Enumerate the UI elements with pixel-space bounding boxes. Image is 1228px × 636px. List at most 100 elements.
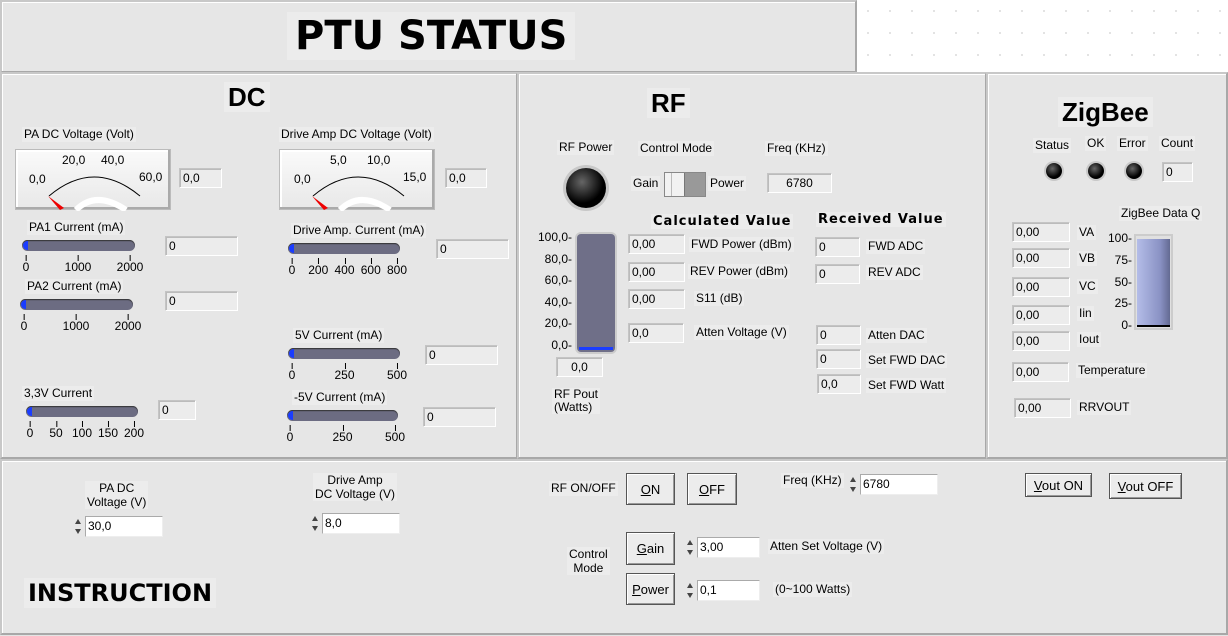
gauge-tick: 0,0 bbox=[29, 172, 46, 186]
watt-stepper[interactable] bbox=[686, 580, 695, 601]
vm5-current-indicator: 0 bbox=[423, 407, 496, 427]
tick-label: 500 bbox=[384, 425, 406, 444]
fwd-power-label: FWD Power (dBm) bbox=[689, 237, 794, 252]
vout-off-button[interactable]: Vout OFF bbox=[1109, 473, 1182, 499]
gain-label: Gain bbox=[631, 176, 661, 191]
rev-adc-indicator: 0 bbox=[815, 264, 860, 284]
tick-label: 500 bbox=[386, 363, 408, 382]
vm5-current-slider bbox=[287, 410, 398, 421]
rf-pout-scale: 100,0- 80,0- 60,0- 40,0- 20,0- 0,0- bbox=[530, 230, 572, 352]
s11-indicator: 0,00 bbox=[628, 289, 685, 309]
iin-indicator: 0,00 bbox=[1012, 305, 1070, 325]
pa-dc-voltage-label: PA DC Voltage (V) bbox=[85, 481, 149, 509]
tick-label: 200 bbox=[308, 258, 329, 277]
rf-power-label: RF Power bbox=[557, 140, 615, 155]
drive-current-indicator: 0 bbox=[436, 239, 509, 259]
vout-off-button-label: Vout OFF bbox=[1117, 478, 1174, 494]
rf-off-button-label: OFF bbox=[698, 481, 725, 497]
gauge-tick: 15,0 bbox=[403, 170, 427, 184]
count-indicator: 0 bbox=[1162, 162, 1193, 182]
freq-set-label: Freq (KHz) bbox=[781, 473, 844, 488]
watt-input[interactable]: 0,1 bbox=[697, 580, 760, 601]
vout-on-button[interactable]: Vout ON bbox=[1025, 473, 1092, 497]
va-label: VA bbox=[1077, 225, 1097, 240]
rev-adc-label: REV ADC bbox=[866, 265, 923, 280]
vm5-current-label: -5V Current (mA) bbox=[292, 390, 388, 405]
tick-label: 50- bbox=[1114, 274, 1132, 289]
drive-dc-voltage-label: Drive Amp DC Voltage (V) bbox=[313, 473, 398, 501]
atten-voltage-indicator: 0,0 bbox=[628, 323, 684, 343]
rf-power-led bbox=[566, 168, 606, 208]
atten-stepper[interactable] bbox=[686, 537, 695, 558]
iout-label: Iout bbox=[1077, 332, 1102, 347]
freq-label: Freq (KHz) bbox=[765, 141, 828, 156]
pa-dc-voltage-input[interactable]: 30,0 bbox=[85, 516, 163, 537]
atten-dac-indicator: 0 bbox=[816, 325, 861, 345]
pa-voltage-gauge: 0,0 20,0 40,0 60,0 bbox=[15, 149, 171, 211]
power-button[interactable]: Power bbox=[626, 573, 675, 605]
pa-voltage-label: PA DC Voltage (Volt) bbox=[22, 127, 136, 142]
atten-input[interactable]: 3,00 bbox=[697, 537, 760, 558]
va-indicator: 0,00 bbox=[1012, 222, 1070, 242]
tick-label: 0- bbox=[1121, 318, 1132, 332]
iin-label: Iin bbox=[1077, 306, 1094, 321]
tick-label: 0 bbox=[288, 363, 296, 382]
tick-label: 1000 bbox=[62, 314, 90, 333]
pa-dc-voltage-stepper[interactable] bbox=[74, 516, 83, 537]
control-mode-label: Control Mode bbox=[638, 141, 715, 156]
tick-label: 0 bbox=[286, 425, 294, 444]
page-title: PTU STATUS bbox=[287, 12, 576, 60]
received-value-title: Received Value bbox=[816, 212, 946, 227]
rf-title: RF bbox=[647, 88, 690, 118]
gauge-tick: 10,0 bbox=[367, 153, 391, 167]
drive-voltage-label: Drive Amp DC Voltage (Volt) bbox=[279, 127, 434, 142]
rf-onoff-label: RF ON/OFF bbox=[549, 481, 618, 496]
v33-current-slider bbox=[26, 406, 138, 417]
drive-dc-voltage-stepper[interactable] bbox=[311, 513, 320, 534]
zigbee-dataq-scale: 100- 75- 50- 25- 0- bbox=[1100, 231, 1132, 332]
pa2-scale: 0 1000 2000 bbox=[21, 314, 141, 333]
rrvout-label: RRVOUT bbox=[1077, 400, 1132, 415]
tick-label: 1000 bbox=[64, 255, 92, 274]
rf-off-button[interactable]: OFF bbox=[687, 473, 737, 505]
ok-led bbox=[1088, 163, 1104, 179]
tick-label: 0 bbox=[288, 258, 296, 277]
error-led bbox=[1126, 163, 1142, 179]
gauge-tick: 20,0 bbox=[62, 153, 86, 167]
rrvout-indicator: 0,00 bbox=[1014, 398, 1071, 418]
freq-input[interactable]: 6780 bbox=[860, 474, 938, 495]
rev-power-indicator: 0,00 bbox=[628, 262, 685, 282]
pa2-current-slider bbox=[20, 299, 133, 310]
freq-stepper[interactable] bbox=[849, 474, 858, 495]
pa-voltage-indicator: 0,0 bbox=[179, 168, 222, 188]
zigbee-dataq-fill bbox=[1137, 239, 1170, 327]
error-label: Error bbox=[1117, 136, 1148, 151]
tick-label: 2000 bbox=[114, 314, 142, 333]
pa1-scale: 0 1000 2000 bbox=[23, 255, 143, 274]
tick-label: 2000 bbox=[116, 255, 144, 274]
vb-indicator: 0,00 bbox=[1012, 248, 1070, 268]
tick-label: 40,0- bbox=[544, 294, 572, 309]
power-label: Power bbox=[708, 176, 747, 191]
control-mode-switch[interactable] bbox=[664, 172, 706, 197]
rf-on-button[interactable]: ON bbox=[626, 473, 675, 505]
power-button-label: Power bbox=[632, 581, 669, 597]
rf-pout-tank bbox=[577, 234, 615, 352]
vc-indicator: 0,00 bbox=[1012, 277, 1070, 297]
vout-on-button-label: Vout ON bbox=[1033, 477, 1084, 493]
rf-pout-indicator: 0,0 bbox=[556, 357, 603, 377]
drive-voltage-indicator: 0,0 bbox=[445, 168, 487, 188]
fwd-power-indicator: 0,00 bbox=[628, 234, 685, 254]
gauge-tick: 0,0 bbox=[294, 172, 311, 186]
tick-label: 600 bbox=[360, 258, 381, 277]
calculated-value-title: Calculated Value bbox=[651, 214, 794, 229]
gain-button[interactable]: Gain bbox=[626, 532, 675, 565]
gauge-tick: 60,0 bbox=[139, 170, 163, 184]
temperature-indicator: 0,00 bbox=[1012, 362, 1069, 382]
set-fwd-watt-indicator: 0,0 bbox=[817, 374, 861, 394]
drive-dc-voltage-input[interactable]: 8,0 bbox=[322, 513, 400, 534]
freq-indicator: 6780 bbox=[767, 173, 832, 193]
pa1-current-indicator: 0 bbox=[165, 236, 238, 256]
tick-label: 75- bbox=[1114, 252, 1132, 267]
pa2-current-label: PA2 Current (mA) bbox=[25, 279, 124, 294]
